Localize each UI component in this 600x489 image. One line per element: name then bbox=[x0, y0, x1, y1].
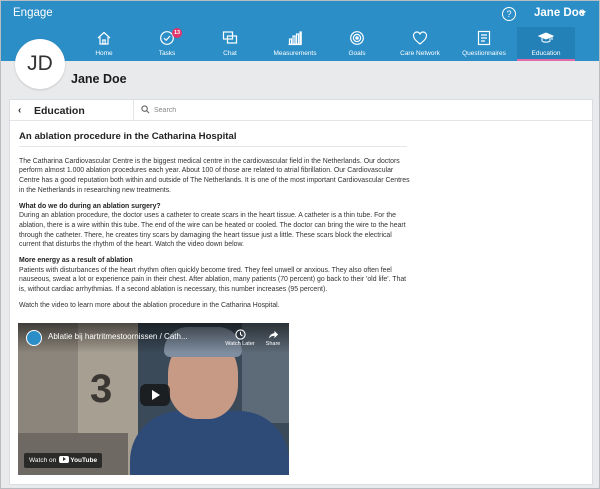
app-window: Engage ? Jane Doe Home 13 Tasks Chat Mea… bbox=[0, 0, 600, 489]
main-nav: Home 13 Tasks Chat Measurements Goals Ca… bbox=[1, 27, 599, 61]
nav-label: Education bbox=[531, 50, 561, 57]
nav-label: Home bbox=[95, 50, 113, 57]
channel-avatar-icon[interactable] bbox=[26, 330, 42, 346]
share-button[interactable]: Share bbox=[258, 329, 288, 347]
section-title: Education bbox=[34, 105, 85, 117]
nav-item-goals[interactable]: Goals bbox=[329, 27, 385, 61]
bar-chart-icon bbox=[288, 31, 302, 46]
chevron-down-icon[interactable] bbox=[580, 11, 586, 15]
nav-label: Measurements bbox=[273, 50, 317, 57]
article-title: An ablation procedure in the Catharina H… bbox=[19, 131, 237, 142]
app-title: Engage bbox=[13, 7, 53, 19]
nav-item-care-network[interactable]: Care Network bbox=[389, 27, 451, 61]
help-icon[interactable]: ? bbox=[502, 7, 516, 21]
content-card: ‹ Education An ablation procedure in the… bbox=[9, 99, 593, 485]
video-frame-person-body bbox=[130, 411, 289, 475]
profile-name: Jane Doe bbox=[71, 72, 127, 86]
search-input[interactable] bbox=[154, 104, 354, 117]
article-outro: Watch the video to learn more about the … bbox=[19, 301, 280, 309]
article-paragraph: Patients with disturbances of the heart … bbox=[19, 266, 407, 294]
avatar[interactable]: JD bbox=[15, 39, 65, 89]
article-paragraph: During an ablation procedure, the doctor… bbox=[19, 212, 406, 249]
clock-icon bbox=[234, 329, 246, 340]
heart-icon bbox=[412, 31, 428, 45]
nav-item-tasks[interactable]: 13 Tasks bbox=[138, 27, 196, 61]
youtube-label: YouTube bbox=[70, 457, 98, 464]
target-icon bbox=[350, 31, 364, 45]
nav-item-measurements[interactable]: Measurements bbox=[264, 27, 326, 61]
nav-label: Tasks bbox=[158, 50, 176, 57]
article: An ablation procedure in the Catharina H… bbox=[19, 132, 411, 317]
search-icon bbox=[141, 105, 150, 114]
article-heading: More energy as a result of ablation bbox=[19, 257, 133, 265]
tasks-badge: 13 bbox=[172, 28, 182, 38]
share-icon bbox=[268, 330, 278, 339]
top-bar: Engage ? Jane Doe bbox=[1, 1, 599, 27]
video-player[interactable]: 3 Ablatie bij hartritmestoornissen / Cat… bbox=[18, 323, 289, 475]
nav-item-questionnaires[interactable]: Questionnaires bbox=[453, 27, 515, 61]
card-header: ‹ Education bbox=[10, 100, 592, 121]
chat-icon bbox=[222, 31, 238, 44]
graduation-cap-icon bbox=[538, 32, 554, 43]
watch-on-label: Watch on bbox=[29, 457, 57, 464]
nav-label: Questionnaires bbox=[462, 50, 506, 57]
nav-label: Goals bbox=[348, 50, 366, 57]
header-divider bbox=[133, 100, 134, 121]
title-divider bbox=[19, 145, 407, 147]
video-frame-digit: 3 bbox=[90, 367, 113, 411]
nav-item-education[interactable]: Education bbox=[517, 27, 575, 61]
watch-on-youtube-button[interactable]: Watch on YouTube bbox=[24, 453, 103, 468]
share-label: Share bbox=[265, 341, 281, 347]
article-intro: The Catharina Cardiovascular Centre is t… bbox=[19, 157, 410, 194]
chevron-left-icon[interactable]: ‹ bbox=[18, 105, 21, 116]
user-menu[interactable]: Jane Doe bbox=[534, 7, 585, 19]
clipboard-icon bbox=[477, 30, 491, 46]
nav-item-home[interactable]: Home bbox=[75, 27, 133, 61]
home-icon bbox=[97, 31, 111, 45]
nav-label: Chat bbox=[223, 50, 237, 57]
watch-later-label: Watch Later bbox=[225, 341, 255, 347]
video-title[interactable]: Ablatie bij hartritmestoornissen / Cath.… bbox=[48, 332, 188, 341]
play-button[interactable] bbox=[140, 384, 170, 406]
nav-item-chat[interactable]: Chat bbox=[201, 27, 259, 61]
youtube-logo-icon bbox=[59, 455, 70, 463]
nav-label: Care Network bbox=[400, 50, 440, 57]
watch-later-button[interactable]: Watch Later bbox=[225, 329, 255, 347]
article-heading: What do we do during an ablation surgery… bbox=[19, 202, 161, 210]
